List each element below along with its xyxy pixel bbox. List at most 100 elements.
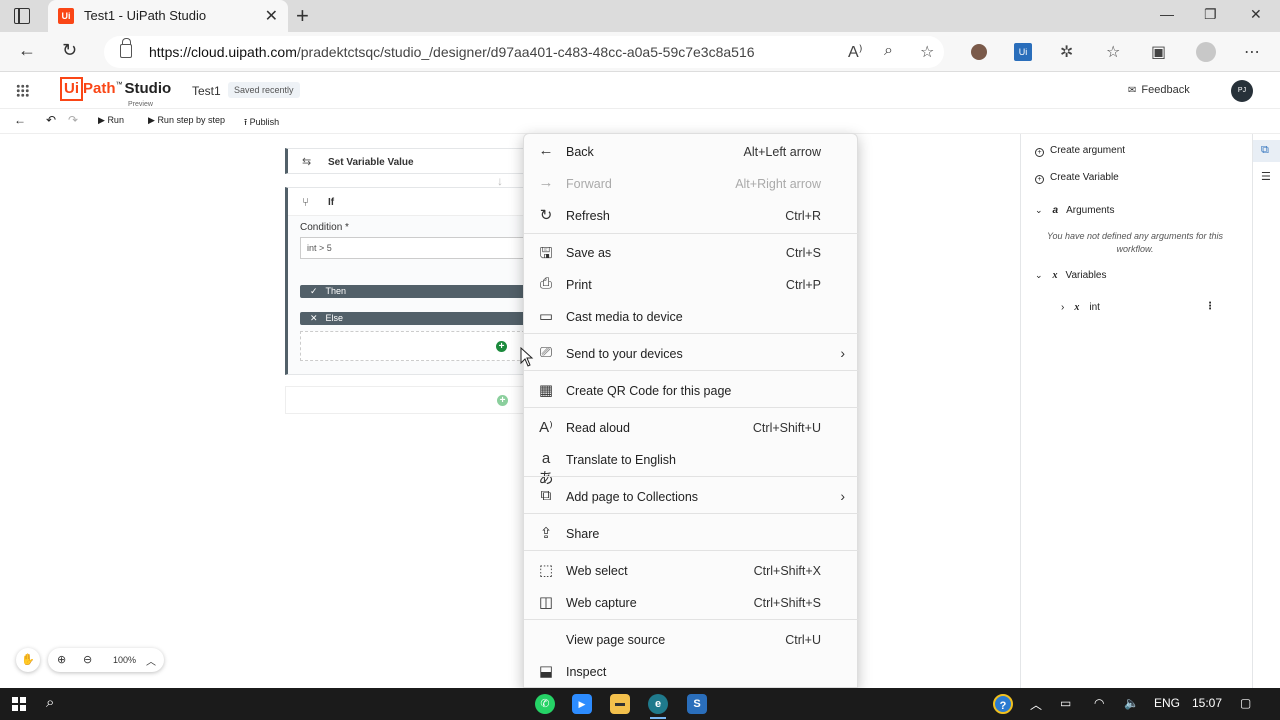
menu-separator bbox=[524, 513, 859, 514]
menu-item-web-select[interactable]: ⬚ Web select Ctrl+Shift+X bbox=[524, 555, 859, 585]
condition-input[interactable]: int > 5 bbox=[300, 237, 530, 259]
variable-icon: x bbox=[1074, 302, 1080, 313]
collections-icon[interactable]: ▣ bbox=[1151, 42, 1166, 62]
create-argument-button[interactable]: + Create argument bbox=[1035, 145, 1125, 157]
data-manager-icon: ⧉ bbox=[1261, 144, 1269, 156]
menu-item-share[interactable]: ⇪ Share bbox=[524, 518, 859, 548]
variables-section-header[interactable]: ⌄ x Variables bbox=[1035, 270, 1107, 281]
menu-item-translate[interactable]: aあ Translate to English bbox=[524, 444, 859, 487]
menu-item-add-to-collections[interactable]: ⧉ Add page to Collections › bbox=[524, 481, 859, 511]
add-activity-icon[interactable]: + bbox=[496, 341, 507, 352]
menu-item-cast[interactable]: ▭ Cast media to device bbox=[524, 301, 859, 331]
menu-item-refresh[interactable]: ↻ Refresh Ctrl+R bbox=[524, 200, 859, 230]
menu-item-read-aloud[interactable]: A⁾ Read aloud Ctrl+Shift+U bbox=[524, 412, 859, 442]
pan-hand-button[interactable]: ✋ bbox=[16, 648, 40, 672]
menu-item-back[interactable]: ← Back Alt+Left arrow bbox=[524, 136, 859, 166]
chevron-right-icon: › bbox=[840, 488, 845, 504]
profile-icon[interactable] bbox=[971, 44, 987, 60]
new-tab-icon[interactable]: + bbox=[296, 3, 309, 29]
favorites-icon[interactable]: ☆ bbox=[1106, 42, 1120, 62]
uipath-assistant-icon[interactable]: S bbox=[687, 694, 707, 714]
lock-icon[interactable] bbox=[120, 38, 132, 58]
browser-refresh-icon[interactable]: ↻ bbox=[62, 40, 77, 61]
play-icon: ▶ bbox=[98, 115, 105, 125]
chevron-up-icon[interactable]: ︿ bbox=[146, 653, 156, 668]
variable-row[interactable]: › x int ⋮ bbox=[1061, 301, 1221, 313]
back-icon[interactable]: ← bbox=[14, 113, 26, 127]
window-close-icon[interactable]: ✕ bbox=[1250, 6, 1262, 23]
battery-icon[interactable]: ▭ bbox=[1060, 696, 1071, 710]
cast-icon: ▭ bbox=[538, 308, 554, 325]
minimize-icon[interactable]: — bbox=[1160, 6, 1174, 22]
clock[interactable]: 15:07 bbox=[1192, 696, 1222, 710]
zoom-level[interactable]: 100% bbox=[113, 655, 136, 665]
else-branch[interactable]: ✕ Else bbox=[300, 312, 530, 325]
app-header: Ui Path™ Studio Preview Test1 Saved recent… bbox=[0, 73, 1280, 109]
browser-back-icon[interactable]: ← bbox=[18, 40, 36, 61]
address-bar[interactable]: https://cloud.uipath.com/pradektctsqc/st… bbox=[104, 36, 944, 68]
kebab-menu-icon[interactable]: ⋮ bbox=[1205, 301, 1215, 312]
menu-item-send-to-devices[interactable]: ⎚ Send to your devices › bbox=[524, 338, 859, 368]
menu-item-view-source[interactable]: View page source Ctrl+U bbox=[524, 624, 859, 654]
notifications-icon[interactable]: ▢ bbox=[1240, 696, 1251, 710]
add-activity-icon[interactable]: + bbox=[497, 395, 508, 406]
file-explorer-icon[interactable]: ▬ bbox=[610, 694, 630, 714]
tab-close-icon[interactable]: ✕ bbox=[265, 6, 278, 26]
extensions-icon[interactable]: ✲ bbox=[1060, 42, 1073, 62]
feedback-button[interactable]: ✉ Feedback bbox=[1128, 84, 1190, 96]
branch-icon: ⑂ bbox=[302, 195, 310, 209]
account-icon[interactable] bbox=[1196, 42, 1216, 62]
project-name[interactable]: Test1 bbox=[192, 84, 221, 98]
chevron-up-icon[interactable]: ︿ bbox=[1030, 696, 1042, 713]
menu-item-save-as[interactable]: 🖫 Save as Ctrl+S bbox=[524, 237, 859, 267]
chevron-right-icon[interactable]: › bbox=[1061, 302, 1064, 313]
zoom-icon[interactable]: ⌕ bbox=[884, 42, 893, 60]
zoom-in-icon[interactable]: ⊕ bbox=[57, 653, 66, 666]
redo-icon[interactable]: ↷ bbox=[68, 113, 78, 127]
publish-icon: ⭱ bbox=[244, 117, 248, 127]
set-variable-activity[interactable]: ⇆ Set Variable Value bbox=[285, 148, 530, 174]
language-indicator[interactable]: ENG bbox=[1154, 696, 1180, 710]
publish-button[interactable]: ⭱ Publish bbox=[244, 115, 279, 131]
argument-icon: a bbox=[1052, 205, 1059, 216]
favorite-add-icon[interactable]: ☆ bbox=[920, 42, 934, 62]
if-activity[interactable]: ⑂ If Condition * int > 5 ✓ Then ✕ Else + bbox=[285, 187, 530, 375]
print-icon: ⎙ bbox=[539, 275, 552, 292]
menu-item-web-capture[interactable]: ◫ Web capture Ctrl+Shift+S bbox=[524, 587, 859, 617]
windows-start-icon[interactable] bbox=[12, 697, 26, 711]
uipath-extension-icon[interactable]: Ui bbox=[1014, 43, 1032, 61]
wifi-icon[interactable]: ◠ bbox=[1094, 696, 1104, 710]
arguments-section-header[interactable]: ⌄ a Arguments bbox=[1035, 205, 1114, 216]
if-header[interactable]: ⑂ If bbox=[288, 188, 529, 216]
zoom-out-icon[interactable]: ⊖ bbox=[83, 653, 92, 666]
create-variable-button[interactable]: + Create Variable bbox=[1035, 172, 1119, 184]
undo-icon[interactable]: ↶ bbox=[46, 113, 56, 127]
data-manager-tab[interactable]: ⧉ bbox=[1253, 140, 1280, 162]
avatar[interactable]: PJ bbox=[1231, 80, 1253, 102]
browser-tab[interactable]: Ui Test1 - UiPath Studio ✕ bbox=[48, 0, 288, 32]
menu-item-print[interactable]: ⎙ Print Ctrl+P bbox=[524, 269, 859, 299]
menu-item-forward[interactable]: → Forward Alt+Right arrow bbox=[524, 168, 859, 198]
edge-browser-icon[interactable]: e bbox=[648, 694, 668, 719]
more-icon[interactable]: ⋯ bbox=[1244, 42, 1260, 62]
then-branch[interactable]: ✓ Then bbox=[300, 285, 530, 298]
read-aloud-icon: A⁾ bbox=[539, 419, 553, 436]
restore-icon[interactable]: ❐ bbox=[1204, 6, 1217, 23]
menu-item-qr-code[interactable]: ▦ Create QR Code for this page bbox=[524, 375, 859, 405]
run-step-button[interactable]: ▶ Run step by step bbox=[148, 115, 225, 126]
zoom-app-icon[interactable]: ▶ bbox=[572, 694, 592, 714]
qr-code-icon: ▦ bbox=[538, 382, 554, 399]
app-launcher-icon[interactable] bbox=[16, 84, 29, 97]
address-url[interactable]: https://cloud.uipath.com/pradektctsqc/st… bbox=[149, 44, 755, 60]
properties-icon[interactable]: ☰ bbox=[1261, 170, 1271, 183]
search-icon[interactable]: ⌕ bbox=[46, 694, 54, 711]
volume-icon[interactable]: 🔈 bbox=[1124, 696, 1139, 710]
whatsapp-icon[interactable]: ✆ bbox=[535, 694, 555, 714]
help-icon[interactable]: ? bbox=[993, 694, 1013, 714]
add-activity-slot[interactable]: + bbox=[285, 386, 530, 414]
menu-item-inspect[interactable]: ⬓ Inspect bbox=[524, 656, 859, 686]
read-aloud-icon[interactable]: A⁾ bbox=[848, 42, 863, 62]
run-button[interactable]: ▶ Run bbox=[98, 115, 124, 126]
tab-actions-icon[interactable] bbox=[14, 8, 30, 24]
designer-canvas[interactable]: ⇆ Set Variable Value ↓ ⑂ If Condition * … bbox=[0, 134, 1020, 688]
